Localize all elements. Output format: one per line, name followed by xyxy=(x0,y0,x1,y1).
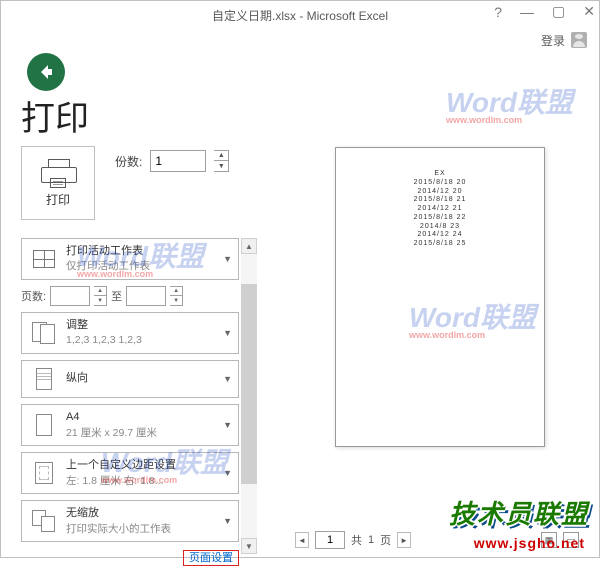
login-row: 登录 xyxy=(1,29,599,51)
back-button[interactable] xyxy=(27,53,65,91)
page-setup-link[interactable]: 页面设置 xyxy=(183,550,239,566)
restore-icon[interactable]: ▢ xyxy=(552,3,565,20)
show-margins-button[interactable]: ▦ xyxy=(541,532,557,548)
pages-sep: 至 xyxy=(111,288,122,304)
page-to-input[interactable] xyxy=(126,286,166,306)
scroll-down-icon[interactable]: ▼ xyxy=(241,538,257,554)
page-from-input[interactable] xyxy=(50,286,90,306)
setting-print-area[interactable]: 打印活动工作表 仅打印活动工作表 ▼ xyxy=(21,238,239,280)
setting-paper[interactable]: A4 21 厘米 x 29.7 厘米 ▼ xyxy=(21,404,239,446)
print-button[interactable]: 打印 xyxy=(21,146,95,220)
avatar-icon[interactable] xyxy=(571,32,587,48)
window-title: 自定义日期.xlsx - Microsoft Excel xyxy=(212,7,388,24)
margins-icon xyxy=(35,462,53,484)
portrait-icon xyxy=(36,368,52,390)
page-from-spinner[interactable]: ▲▼ xyxy=(94,286,107,306)
watermark: Word联盟www.wordlm.com xyxy=(446,81,573,125)
setting-orientation[interactable]: 纵向 ▼ xyxy=(21,360,239,398)
page-heading: 打印 xyxy=(21,91,89,140)
paper-icon xyxy=(36,414,52,436)
current-page-input[interactable] xyxy=(315,531,345,549)
prev-page-button[interactable]: ◄ xyxy=(295,532,309,548)
printer-icon xyxy=(41,159,75,185)
collate-icon xyxy=(30,320,58,346)
back-arrow-icon xyxy=(36,62,56,82)
spinner-up-icon[interactable]: ▲ xyxy=(214,151,228,161)
chevron-down-icon: ▼ xyxy=(223,468,232,478)
next-page-button[interactable]: ► xyxy=(397,532,411,548)
login-link[interactable]: 登录 xyxy=(541,32,565,49)
setting-collate[interactable]: 调整 1,2,3 1,2,3 1,2,3 ▼ xyxy=(21,312,239,354)
page-range: 页数: ▲▼ 至 ▲▼ xyxy=(21,286,255,306)
print-preview: EX 2015/8/18 20 2014/12 20 2015/8/18 21 … xyxy=(295,141,575,537)
page-to-spinner[interactable]: ▲▼ xyxy=(170,286,183,306)
scroll-up-icon[interactable]: ▲ xyxy=(241,238,257,254)
setting-scaling[interactable]: 100 无缩放 打印实际大小的工作表 ▼ xyxy=(21,500,239,542)
pages-label: 页数: xyxy=(21,288,46,304)
copies-input[interactable] xyxy=(150,150,206,172)
chevron-down-icon: ▼ xyxy=(223,328,232,338)
scaling-icon: 100 xyxy=(30,508,58,534)
chevron-down-icon: ▼ xyxy=(223,374,232,384)
preview-footer: ◄ 共 1 页 ► ▦ ▭ xyxy=(295,531,579,549)
zoom-to-page-button[interactable]: ▭ xyxy=(563,532,579,548)
close-icon[interactable]: ✕ xyxy=(583,3,595,20)
preview-page: EX 2015/8/18 20 2014/12 20 2015/8/18 21 … xyxy=(335,147,545,447)
chevron-down-icon: ▼ xyxy=(223,516,232,526)
chevron-down-icon: ▼ xyxy=(223,420,232,430)
titlebar: 自定义日期.xlsx - Microsoft Excel ? — ▢ ✕ xyxy=(1,1,599,29)
help-icon[interactable]: ? xyxy=(494,4,502,20)
settings-scrollbar[interactable]: ▲ ▼ xyxy=(241,238,257,554)
scrollbar-thumb[interactable] xyxy=(241,284,257,484)
minimize-icon[interactable]: — xyxy=(520,4,534,20)
setting-margins[interactable]: 上一个自定义边距设置 左: 1.8 厘米 右: 1.8... ▼ xyxy=(21,452,239,494)
chevron-down-icon: ▼ xyxy=(223,254,232,264)
print-button-label: 打印 xyxy=(46,191,70,208)
copies-label: 份数: xyxy=(115,153,142,170)
grid-icon xyxy=(33,250,55,268)
spinner-down-icon[interactable]: ▼ xyxy=(214,161,228,171)
copies-spinner[interactable]: ▲ ▼ xyxy=(214,150,229,172)
